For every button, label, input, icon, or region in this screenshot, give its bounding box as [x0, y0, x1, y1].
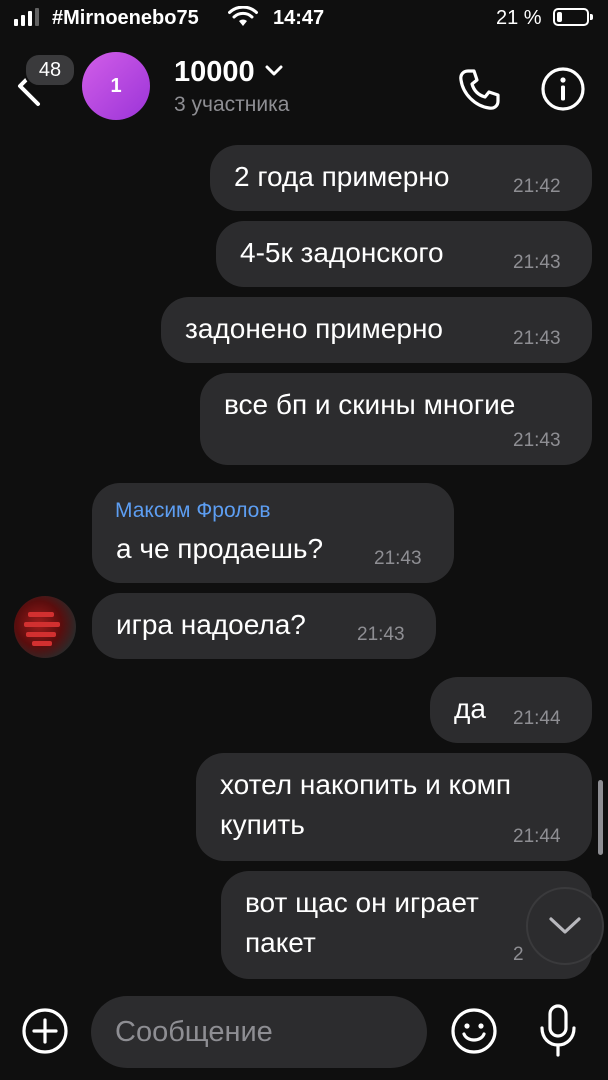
call-button[interactable]: [455, 66, 503, 114]
scrollbar[interactable]: [598, 780, 603, 855]
chat-header: 48 1 10000 3 участника: [0, 40, 608, 135]
sender-avatar[interactable]: [14, 596, 76, 658]
message-bubble-incoming[interactable]: Максим Фролов а че продаешь? 21:43: [92, 483, 454, 583]
chevron-down-icon: [549, 917, 581, 934]
sender-name[interactable]: Максим Фролов: [115, 499, 271, 523]
message-bubble-outgoing[interactable]: 4-5к задонского 21:43: [216, 221, 592, 287]
message-bubble-outgoing[interactable]: хотел накопить и комп купить 21:44: [196, 753, 592, 861]
message-text: 4-5к задонского: [240, 237, 444, 268]
emoji-button[interactable]: [450, 1007, 498, 1055]
chat-avatar-letter: 1: [110, 74, 122, 97]
status-bar: #Mirnoenebo75 14:47 21 %: [0, 0, 608, 40]
message-text: игра надоела?: [116, 609, 306, 640]
message-text: задонено примерно: [185, 313, 443, 344]
scroll-to-bottom-button[interactable]: [526, 887, 604, 965]
message-time: 2: [513, 944, 524, 965]
phone-icon: [459, 69, 500, 110]
message-bubble-outgoing[interactable]: 2 года примерно 21:42: [210, 145, 592, 211]
plus-circle-icon: [22, 1008, 68, 1054]
carrier-name: #Mirnoenebo75: [52, 7, 199, 29]
message-bubble-outgoing[interactable]: все бп и скины многие 21:43: [200, 373, 592, 465]
voice-message-button[interactable]: [537, 1003, 579, 1059]
message-text: а че продаешь?: [116, 533, 324, 564]
battery-icon: [553, 8, 593, 26]
message-bubble-outgoing[interactable]: да 21:44: [430, 677, 592, 743]
message-time: 21:43: [513, 252, 561, 273]
message-time: 21:42: [513, 176, 561, 197]
chat-avatar[interactable]: 1: [82, 52, 150, 120]
unread-count-badge: 48: [24, 53, 76, 87]
message-bubble-outgoing[interactable]: задонено примерно 21:43: [161, 297, 592, 363]
chat-title-text: 10000: [174, 56, 255, 88]
message-time: 21:44: [513, 826, 561, 847]
chevron-down-icon: [265, 52, 283, 85]
message-time: 21:44: [513, 708, 561, 729]
chat-members-count: 3 участника: [174, 93, 290, 116]
message-time: 21:43: [357, 624, 405, 645]
message-list[interactable]: 2 года примерно 21:42 4-5к задонского 21…: [0, 135, 608, 990]
smile-icon: [451, 1008, 497, 1054]
info-button[interactable]: [540, 66, 586, 112]
info-icon: [541, 67, 585, 111]
message-text: да: [454, 693, 486, 724]
attach-button[interactable]: [21, 1007, 69, 1055]
composer-bar: [0, 990, 608, 1080]
message-input[interactable]: [91, 996, 427, 1068]
chat-title[interactable]: 10000: [174, 52, 283, 89]
microphone-icon: [540, 1004, 576, 1057]
cellular-signal-icon: [14, 8, 39, 26]
message-bubble-incoming[interactable]: игра надоела? 21:43: [92, 593, 436, 659]
message-time: 21:43: [374, 548, 422, 569]
message-time: 21:43: [513, 430, 561, 451]
wifi-icon: [228, 5, 258, 34]
clock: 14:47: [273, 7, 325, 29]
message-text: вот щас он играет пакет: [245, 887, 479, 958]
battery-percentage: 21 %: [496, 7, 542, 29]
message-time: 21:43: [513, 328, 561, 349]
message-text: все бп и скины многие: [224, 389, 516, 420]
message-text: хотел накопить и комп купить: [220, 769, 512, 840]
message-text: 2 года примерно: [234, 161, 450, 192]
